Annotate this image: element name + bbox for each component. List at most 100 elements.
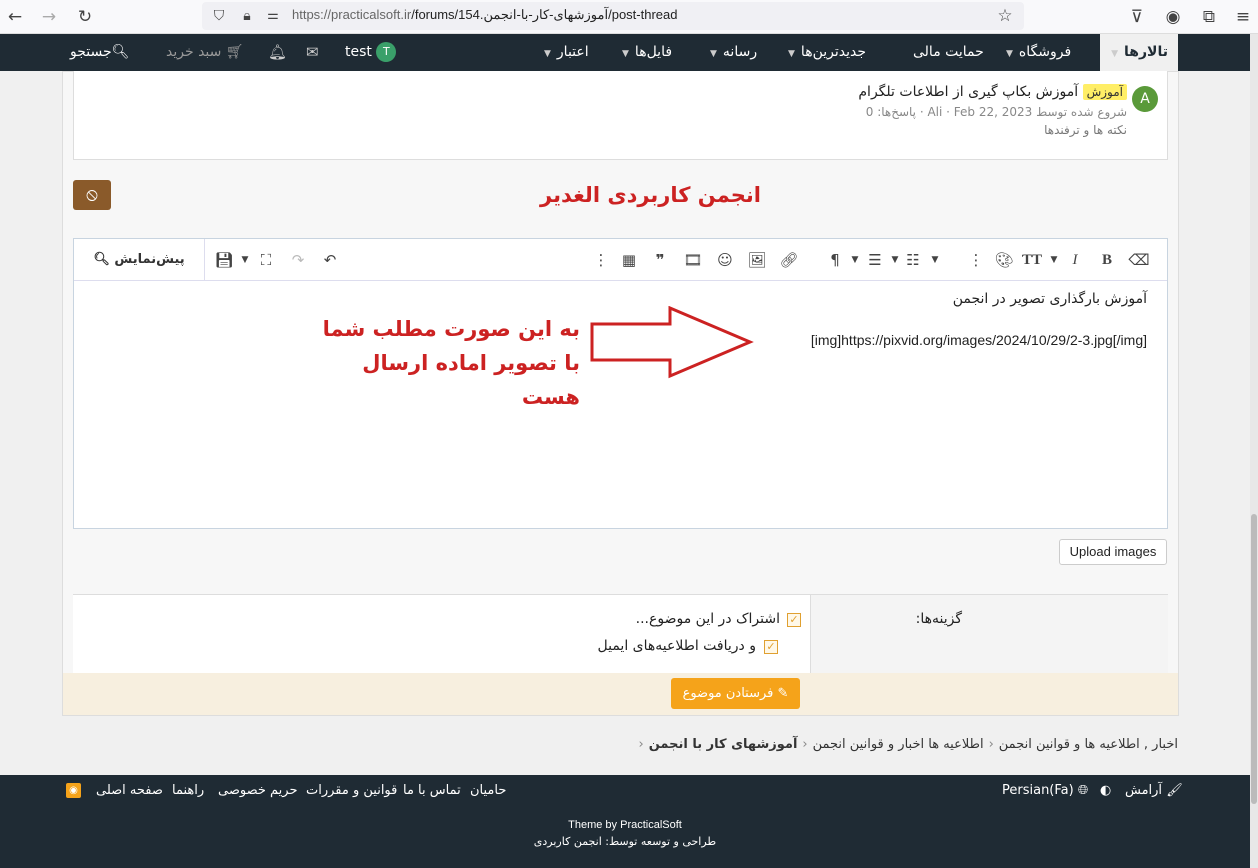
undo-icon[interactable]: ↶ (319, 249, 341, 271)
chevron-down-icon[interactable]: ▼ (234, 249, 256, 271)
edit-icon: ✎ (777, 686, 789, 701)
chevron-down-icon[interactable]: ▼ (544, 49, 551, 59)
thread-title[interactable]: آموزش آموزش بکاپ گیری از اطلاعات تلگرام (858, 84, 1127, 100)
menu-icon[interactable]: ≡ (1230, 4, 1256, 30)
table-icon[interactable]: ▦ (618, 249, 640, 271)
watch-thread-checkbox[interactable]: ✓ (787, 613, 801, 627)
cart-link[interactable]: 🛒︎ سبد خرید (166, 34, 244, 71)
submit-bar (62, 673, 1179, 716)
paragraph-icon[interactable]: ¶ (824, 249, 846, 271)
reload-icon[interactable]: ↻ (72, 4, 98, 30)
footer-rules-link[interactable]: قوانین و مقررات (306, 783, 397, 798)
nav-shop[interactable]: فروشگاه▼ (1006, 34, 1071, 71)
thread-forum-link[interactable]: نکته ها و ترفندها (1044, 123, 1127, 137)
forum-brand-title: انجمن کاربردی الغدیر (540, 183, 761, 207)
shield-icon: ⛉ (213, 8, 225, 24)
bell-icon[interactable]: 🔔︎ (268, 34, 287, 71)
pocket-icon[interactable]: ⊽ (1124, 4, 1150, 30)
breadcrumb: اخبار , اطلاعیه ها و قوانین انجمن ‹ اطلاعی… (634, 737, 1178, 752)
chevron-down-icon[interactable]: ▼ (924, 249, 946, 271)
chevron-down-icon[interactable]: ▼ (1043, 249, 1065, 271)
email-notify-label[interactable]: و دریافت اطلاعیه‌های ایمیل (598, 638, 757, 654)
preview-button[interactable]: پیش‌نمایش 🔍︎ (74, 239, 205, 280)
chevron-down-icon[interactable]: ▼ (844, 249, 866, 271)
chevron-down-icon[interactable]: ▼ (1111, 49, 1118, 59)
footer-home-link[interactable]: صفحه اصلی (96, 783, 163, 798)
italic-icon[interactable]: I (1064, 249, 1086, 271)
footer-sponsors-link[interactable]: حامیان (470, 783, 506, 798)
post-thread-button[interactable]: ✎ فرستادن موضوع (671, 678, 800, 709)
permissions-icon[interactable]: ⚌ (260, 3, 286, 29)
thread-meta: شروع شده توسط Ali · Feb 22, 2023 · پاسخ‌… (865, 105, 1127, 119)
forward-icon[interactable]: → (36, 4, 62, 30)
scrollbar-thumb[interactable] (1251, 514, 1257, 804)
page-footer: 🖌︎ آرامش ◐ 🌐︎ Persian(Fa) حامیان تماس با… (0, 775, 1250, 868)
breadcrumb-separator-icon: ‹ (802, 737, 808, 752)
media-icon[interactable]: 🎞︎ (682, 249, 704, 271)
breadcrumb-item[interactable]: اطلاعیه ها اخبار و قوانین انجمن (813, 737, 984, 752)
align-icon[interactable]: ☰ (864, 249, 886, 271)
url-text: https://practicalsoft.ir/forums/154.آموز… (292, 7, 678, 22)
developer-credit: طراحی و توسعه توسط: انجمن کاربردی (533, 835, 717, 848)
email-notify-checkbox[interactable]: ✓ (764, 640, 778, 654)
footer-privacy-link[interactable]: حریم خصوصی (218, 783, 298, 798)
font-size-icon[interactable]: ƬT (1021, 249, 1043, 271)
chevron-down-icon[interactable]: ▼ (1006, 49, 1013, 59)
eraser-icon[interactable]: ⌫ (1128, 249, 1150, 271)
nav-support[interactable]: حمایت مالی (913, 34, 984, 71)
watch-thread-label[interactable]: اشتراک در این موضوع... (636, 611, 780, 627)
nav-newest[interactable]: جدیدترین‌ها▼ (788, 34, 866, 71)
editor-img-bbcode: [img]https://pixvid.org/images/2024/10/2… (810, 332, 1147, 348)
breadcrumb-item[interactable]: آموزشهای کار با انجمن (649, 737, 798, 752)
lock-icon[interactable]: 🔒︎ (234, 3, 260, 29)
username: test (345, 44, 372, 60)
extensions-icon[interactable]: ⧉ (1196, 4, 1222, 30)
page-scrollbar[interactable] (1250, 34, 1258, 868)
language-chooser[interactable]: 🌐︎ Persian(Fa) (1002, 783, 1088, 798)
link-icon[interactable]: 🔗︎ (778, 249, 800, 271)
more-options-icon[interactable]: ⋮ (590, 249, 612, 271)
theme-credit[interactable]: Theme by PracticalSoft (0, 819, 1250, 831)
chevron-down-icon[interactable]: ▼ (622, 49, 629, 59)
editor-toolbar: پیش‌نمایش 🔍︎ 💾︎ ▼ ⛶ ↷ ↶ ⋮ ▦ ❞ 🎞︎ ☺ 🖼︎ 🔗︎… (74, 239, 1167, 281)
annotation-text: به این صورت مطلب شما با تصویر اماده ارسا… (322, 317, 580, 409)
theme-toggle-icon[interactable]: ◐ (1100, 783, 1111, 798)
fullscreen-icon[interactable]: ⛶ (255, 249, 277, 271)
ban-icon[interactable]: ⦸ (73, 180, 111, 210)
list-icon[interactable]: ☷ (902, 249, 924, 271)
breadcrumb-item[interactable]: اخبار , اطلاعیه ها و قوانین انجمن (999, 737, 1178, 752)
style-chooser[interactable]: 🖌︎ آرامش (1125, 783, 1183, 798)
nav-media[interactable]: رسانه▼ (710, 34, 757, 71)
back-icon[interactable]: ← (2, 4, 28, 30)
quote-icon[interactable]: ❞ (649, 249, 671, 271)
nav-files[interactable]: فایل‌ها▼ (622, 34, 672, 71)
account-icon[interactable]: ◉ (1160, 4, 1186, 30)
thread-author-avatar[interactable]: A (1132, 86, 1158, 112)
user-menu[interactable]: T test (345, 34, 397, 71)
annotation-arrow-icon (590, 306, 754, 379)
footer-contact-link[interactable]: تماس با ما (403, 783, 461, 798)
globe-icon: 🌐︎ (1077, 783, 1089, 798)
envelope-icon[interactable]: ✉ (306, 34, 319, 71)
smiley-icon[interactable]: ☺ (714, 249, 736, 271)
chevron-down-icon[interactable]: ▼ (788, 49, 795, 59)
address-bar[interactable]: ⛉ 🔒︎ ⚌ https://practicalsoft.ir/forums/1… (202, 2, 1024, 30)
search-icon: 🔍︎ (111, 44, 130, 60)
image-icon[interactable]: 🖼︎ (746, 249, 768, 271)
more-options-icon[interactable]: ⋮ (965, 249, 987, 271)
nav-forums[interactable]: تالارها▼ (1100, 34, 1178, 71)
redo-icon[interactable]: ↷ (287, 249, 309, 271)
drafts-icon[interactable]: 💾︎ (213, 249, 235, 271)
post-thread-label: فرستادن موضوع (682, 686, 774, 701)
post-editor[interactable]: پیش‌نمایش 🔍︎ 💾︎ ▼ ⛶ ↷ ↶ ⋮ ▦ ❞ 🎞︎ ☺ 🖼︎ 🔗︎… (73, 238, 1168, 529)
rss-icon[interactable]: ◉ (66, 783, 81, 798)
color-palette-icon[interactable]: 🎨︎ (993, 249, 1015, 271)
chevron-down-icon[interactable]: ▼ (710, 49, 717, 59)
upload-images-button[interactable]: Upload images (1059, 539, 1167, 565)
footer-help-link[interactable]: راهنما (172, 783, 204, 798)
search-link[interactable]: 🔍︎جستجو (70, 34, 129, 71)
bookmark-star-icon[interactable]: ☆ (992, 3, 1018, 29)
bold-icon[interactable]: B (1096, 249, 1118, 271)
nav-credit[interactable]: اعتبار▼ (544, 34, 589, 71)
thread-title-link[interactable]: آموزش بکاپ گیری از اطلاعات تلگرام (858, 84, 1078, 100)
